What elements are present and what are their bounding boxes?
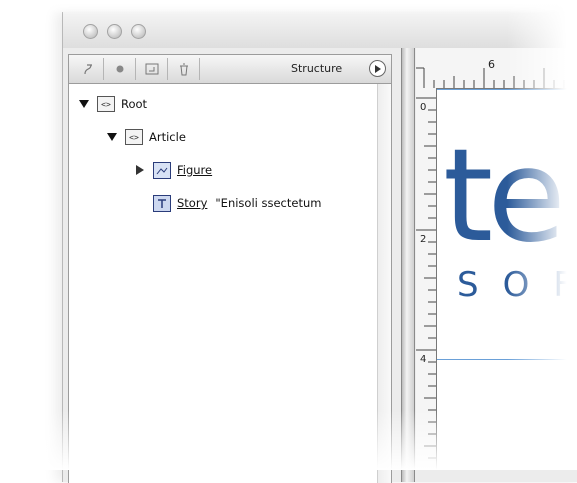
- xml-element-icon: <>: [125, 129, 143, 145]
- tree-label-figure: Figure: [177, 163, 213, 177]
- play-arrow-icon: [375, 64, 381, 73]
- tree-label-article: Article: [149, 130, 186, 144]
- new-element-button[interactable]: [137, 58, 168, 80]
- graphic-frame-icon: [153, 161, 171, 179]
- ruler-label-v2: 2: [420, 234, 427, 245]
- title-bar: [63, 12, 577, 48]
- tree-row-article[interactable]: <> Article: [105, 126, 186, 148]
- disclosure-triangle-open-icon[interactable]: [77, 93, 91, 115]
- delete-element-button[interactable]: [169, 58, 200, 80]
- tree-row-figure[interactable]: Figure: [133, 159, 212, 181]
- tree-row-root[interactable]: <> Root: [77, 93, 147, 115]
- tree-label-root: Root: [121, 97, 148, 111]
- disclosure-triangle-open-icon[interactable]: [105, 126, 119, 148]
- story-text-snippet: "Enisoli ssectetum: [215, 196, 322, 210]
- text-frame-icon: [153, 194, 171, 212]
- close-window-button[interactable]: [83, 24, 98, 39]
- xml-element-icon: <>: [97, 96, 115, 112]
- delete-icon: [180, 63, 188, 75]
- ruler-label-v4: 4: [420, 354, 427, 365]
- panel-menu-button[interactable]: [369, 60, 386, 77]
- show-attributes-button[interactable]: [105, 58, 136, 80]
- minimize-window-button[interactable]: [107, 24, 122, 39]
- disclosure-triangle-closed-icon[interactable]: [133, 159, 147, 181]
- structure-toolbar: Structure: [69, 55, 391, 84]
- new-element-icon: [145, 63, 159, 75]
- edge-fade-bottom: [0, 410, 577, 470]
- edge-fade-right: [507, 0, 577, 470]
- ruler-label-h: 6: [488, 58, 495, 71]
- ruler-label-v0: 0: [420, 102, 427, 113]
- tree-row-story[interactable]: Story "Enisoli ssectetum: [153, 192, 321, 214]
- edge-fade-top: [0, 0, 577, 14]
- add-attribute-button[interactable]: [73, 58, 104, 80]
- tree-label-story: Story: [177, 196, 208, 210]
- add-attribute-icon: [84, 64, 92, 75]
- structure-panel-title: Structure: [291, 62, 343, 75]
- zoom-window-button[interactable]: [131, 24, 146, 39]
- show-hide-attributes-icon: [116, 65, 124, 73]
